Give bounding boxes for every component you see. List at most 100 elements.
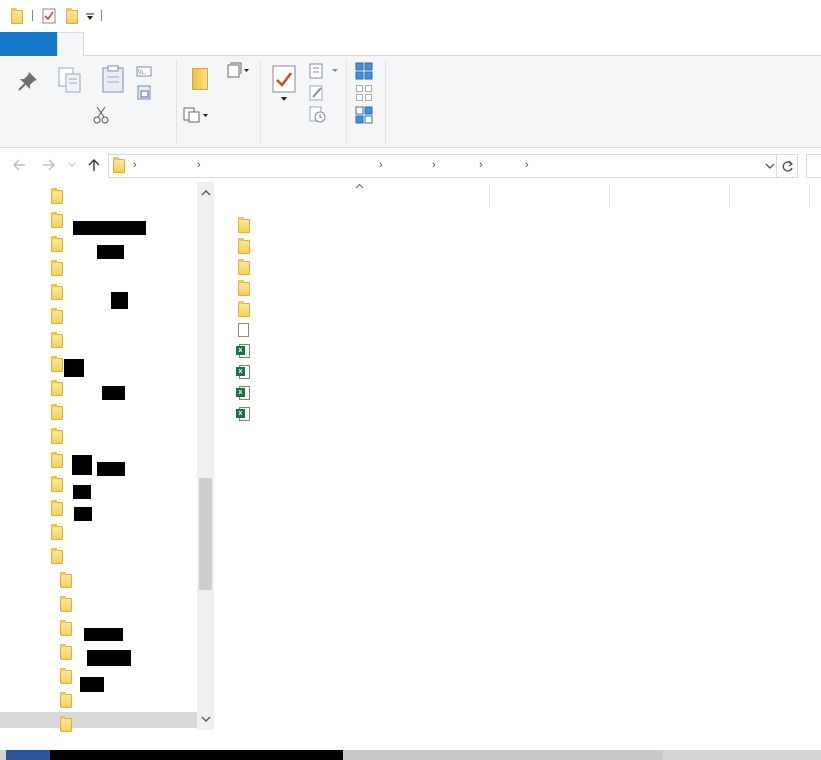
properties-icon[interactable]: [270, 64, 298, 104]
redacted-label: [64, 359, 84, 377]
nav-folder-icon[interactable]: [51, 284, 63, 300]
list-item[interactable]: [216, 259, 816, 279]
word-app-icon[interactable]: [6, 750, 50, 760]
nav-folder-icon[interactable]: [51, 548, 63, 564]
search-input[interactable]: [806, 154, 821, 178]
recent-dropdown-icon[interactable]: [68, 162, 76, 168]
excel-file-icon: x: [236, 407, 251, 422]
move-to-icon[interactable]: [190, 66, 210, 92]
excel-file-icon: x: [236, 344, 251, 359]
list-item[interactable]: [216, 301, 816, 321]
paste-shortcut-icon[interactable]: [136, 84, 152, 100]
customize-dropdown-icon[interactable]: [85, 12, 95, 22]
breadcrumb-chevron-icon[interactable]: ›: [197, 159, 201, 171]
select-none-icon[interactable]: [355, 84, 373, 102]
select-all-icon[interactable]: [355, 62, 373, 80]
pin-icon[interactable]: [17, 70, 39, 92]
redacted-label: [80, 677, 104, 692]
blank-file-icon: [238, 323, 249, 337]
up-arrow-icon[interactable]: [87, 158, 101, 172]
sort-ascending-icon: [355, 183, 364, 189]
properties-check-icon[interactable]: [42, 8, 56, 24]
column-headers: [216, 182, 821, 210]
nav-folder-icon[interactable]: [60, 644, 72, 660]
column-separator[interactable]: [809, 184, 810, 208]
nav-folder-icon[interactable]: [51, 356, 63, 372]
taskbar: [0, 750, 821, 760]
cut-icon[interactable]: [93, 106, 109, 124]
list-item[interactable]: [216, 280, 816, 300]
nav-folder-icon[interactable]: [60, 668, 72, 684]
folder-icon: [238, 301, 250, 317]
breadcrumb-chevron-icon[interactable]: ›: [133, 159, 137, 171]
address-dropdown-icon[interactable]: [765, 163, 775, 170]
nav-folder-icon[interactable]: [51, 380, 63, 396]
invert-selection-icon[interactable]: [355, 106, 373, 124]
scroll-down-icon[interactable]: [201, 716, 211, 723]
address-bar[interactable]: › › › › › ›: [108, 154, 777, 178]
taskbar-redacted-region: [50, 750, 343, 760]
nav-folder-icon[interactable]: [51, 212, 63, 228]
copy-path-icon[interactable]: \\\..: [136, 66, 152, 78]
nav-folder-icon[interactable]: [51, 428, 63, 444]
nav-folder-icon[interactable]: [60, 620, 72, 636]
column-separator[interactable]: [729, 184, 730, 208]
copy-to-icon[interactable]: [182, 106, 210, 124]
nav-folder-icon[interactable]: [51, 308, 63, 324]
excel-file-icon: x: [236, 365, 251, 380]
list-item[interactable]: [216, 217, 816, 237]
ribbon-tabs: [0, 32, 821, 57]
nav-folder-icon[interactable]: [51, 188, 63, 204]
nav-folder-icon[interactable]: [51, 404, 63, 420]
back-arrow-icon[interactable]: [12, 159, 26, 171]
edit-icon[interactable]: [308, 84, 326, 102]
folder-icon: [238, 217, 250, 233]
nav-folder-icon[interactable]: [60, 716, 72, 732]
nav-folder-icon[interactable]: [51, 524, 63, 540]
folder-icon: [238, 259, 250, 275]
nav-scrollbar[interactable]: [197, 182, 214, 730]
breadcrumb-chevron-icon[interactable]: ›: [525, 159, 529, 171]
navigation-bar: › › › › › ›: [0, 149, 821, 182]
list-item[interactable]: [216, 238, 816, 258]
nav-folder-icon[interactable]: [51, 500, 63, 516]
nav-folder-icon[interactable]: [60, 596, 72, 612]
nav-folder-icon[interactable]: [51, 476, 63, 492]
tab-file[interactable]: [0, 32, 57, 56]
folder-icon[interactable]: [11, 8, 23, 24]
breadcrumb-chevron-icon[interactable]: ›: [479, 159, 483, 171]
breadcrumb-chevron-icon[interactable]: ›: [432, 159, 436, 171]
tab-home[interactable]: [57, 32, 84, 57]
list-item[interactable]: x: [216, 364, 816, 384]
list-item[interactable]: x: [216, 406, 816, 426]
forward-arrow-icon[interactable]: [42, 159, 56, 171]
list-item[interactable]: x: [216, 343, 816, 363]
history-icon[interactable]: [308, 106, 328, 124]
refresh-button[interactable]: [777, 154, 798, 178]
breadcrumb-chevron-icon[interactable]: ›: [379, 159, 383, 171]
refresh-icon: [782, 160, 793, 172]
list-item[interactable]: x: [216, 385, 816, 405]
new-item-icon[interactable]: [226, 62, 250, 80]
scroll-up-icon[interactable]: [201, 189, 211, 196]
nav-folder-icon[interactable]: [51, 260, 63, 276]
file-list: x x x x: [216, 182, 821, 730]
nav-folder-icon[interactable]: [51, 452, 63, 468]
nav-folder-icon[interactable]: [51, 332, 63, 348]
nav-scrollbar-thumb[interactable]: [199, 478, 212, 590]
column-separator[interactable]: [609, 184, 610, 208]
group-separator: [260, 60, 261, 144]
new-folder-icon[interactable]: [66, 8, 78, 24]
taskbar-region: [343, 750, 663, 760]
nav-item-selected-highlight: [0, 712, 197, 728]
paste-icon[interactable]: [100, 64, 126, 94]
folder-icon: [238, 238, 250, 254]
nav-folder-icon[interactable]: [60, 572, 72, 588]
list-item[interactable]: [216, 322, 816, 342]
toolbar-separator: [101, 10, 102, 21]
open-icon[interactable]: [308, 62, 340, 80]
copy-icon[interactable]: [56, 66, 84, 94]
nav-folder-icon[interactable]: [60, 692, 72, 708]
column-separator[interactable]: [489, 184, 490, 208]
nav-folder-icon[interactable]: [51, 236, 63, 252]
